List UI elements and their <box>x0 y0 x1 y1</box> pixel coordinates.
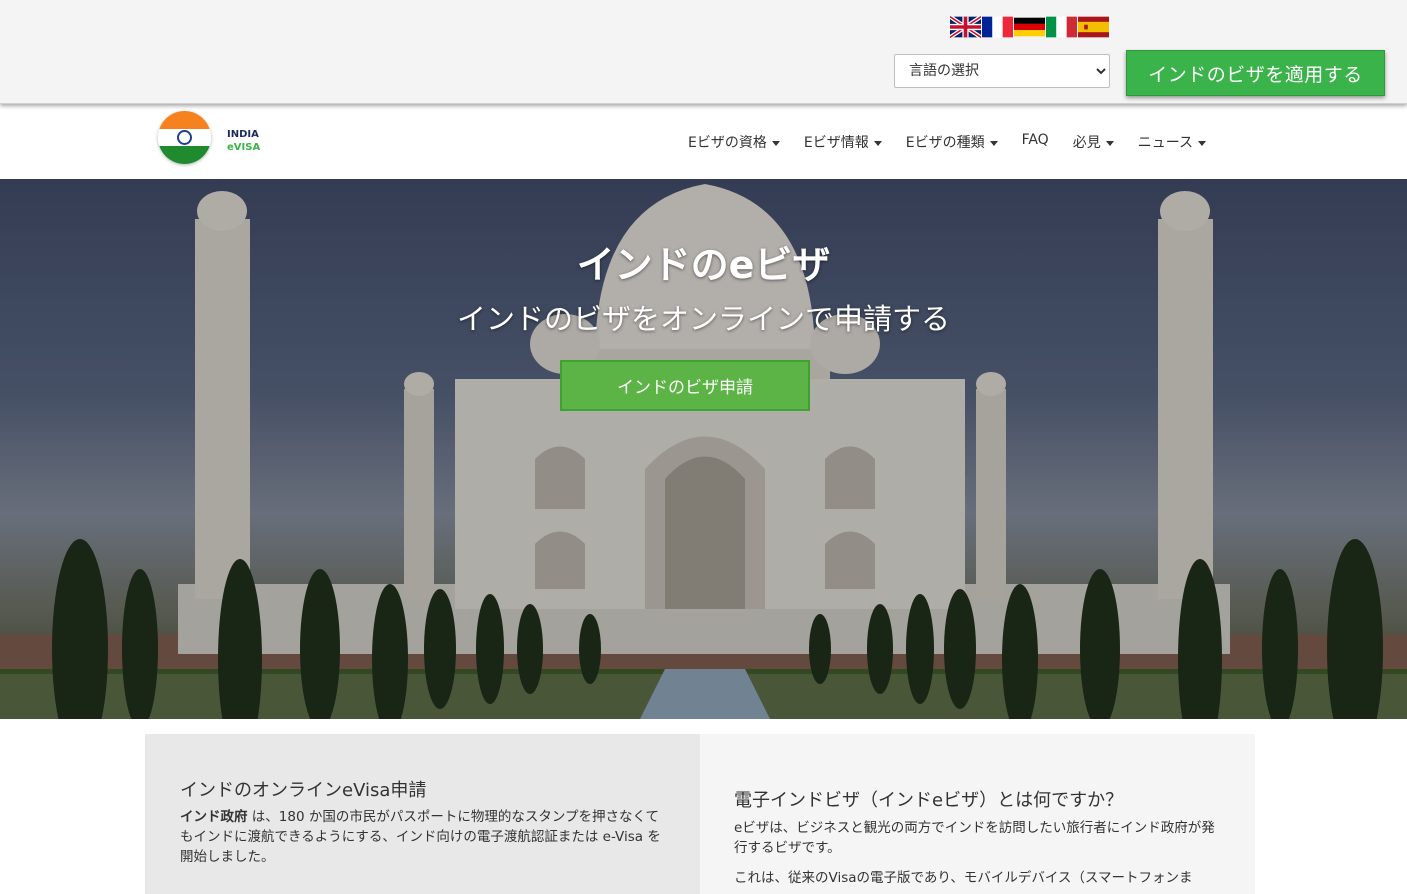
what-is-evisa-section: 電子インドビザ（インドeビザ）とは何ですか？ eビザは、ビジネスと観光の両方でイ… <box>700 734 1255 894</box>
hero-subtitle: インドのビザをオンラインで申請する <box>456 302 950 336</box>
section-heading: インドのオンラインeVisa申請 <box>180 780 427 801</box>
language-select[interactable]: 言語の選択 <box>894 54 1110 88</box>
ashoka-chakra-icon <box>177 129 192 145</box>
nav-item-label: 必見 <box>1072 135 1101 151</box>
bold-lead-text: インド政府 <box>180 809 248 825</box>
spain-flag-icon[interactable] <box>1078 16 1109 38</box>
caret-down-icon <box>1198 140 1207 146</box>
france-flag-icon[interactable] <box>982 16 1013 38</box>
language-flags <box>950 16 1110 38</box>
germany-flag-icon[interactable] <box>1014 16 1045 38</box>
nav-item-news[interactable]: ニュース <box>1126 127 1218 157</box>
site-logo[interactable]: INDIA eVISA <box>158 111 268 169</box>
hero-title: インドのeビザ <box>576 243 831 287</box>
caret-down-icon <box>1105 140 1114 146</box>
main-nav: Eビザの資格 Eビザ情報 Eビザの種類 FAQ 必見 ニュース <box>676 127 1218 157</box>
uk-flag-icon[interactable] <box>950 16 981 38</box>
nav-item-evisa-eligibility[interactable]: Eビザの資格 <box>676 127 792 157</box>
hero-banner: インドのeビザ インドのビザをオンラインで申請する インドのビザ申請 <box>0 179 1407 719</box>
main-navbar: INDIA eVISA Eビザの資格 Eビザ情報 Eビザの種類 FAQ 必見 ニ… <box>0 105 1407 179</box>
nav-item-faq[interactable]: FAQ <box>1010 127 1061 157</box>
section-text: インド政府 は、180 か国の市民がパスポートに物理的なスタンプを押さなくてもイ… <box>180 807 670 867</box>
logo-text-india: INDIA <box>227 129 259 140</box>
top-utility-bar: 言語の選択 インドのビザを適用する <box>0 0 1407 104</box>
section-body-text: は、180 か国の市民がパスポートに物理的なスタンプを押さなくてもインドに渡航で… <box>180 809 661 865</box>
nav-item-must-see[interactable]: 必見 <box>1061 127 1126 157</box>
logo-text-evisa: eVISA <box>227 142 261 153</box>
section-text: eビザは、ビジネスと観光の両方でインドを訪問したい旅行者にインド政府が発行するビ… <box>734 820 1215 856</box>
nav-item-label: Eビザ情報 <box>803 135 869 151</box>
nav-item-label: Eビザの種類 <box>905 135 985 151</box>
nav-item-label: Eビザの資格 <box>688 135 767 151</box>
nav-item-evisa-info[interactable]: Eビザ情報 <box>792 127 894 157</box>
italy-flag-icon[interactable] <box>1046 16 1077 38</box>
caret-down-icon <box>989 140 998 146</box>
nav-item-label: ニュース <box>1137 135 1194 151</box>
nav-item-evisa-types[interactable]: Eビザの種類 <box>894 127 1010 157</box>
online-evisa-section: インドのオンラインeVisa申請 インド政府 は、180 か国の市民がパスポート… <box>145 734 700 894</box>
section-text: これは、従来のVisaの電子版であり、モバイルデバイス（スマートフォンま <box>734 870 1193 886</box>
caret-down-icon <box>873 140 882 146</box>
apply-india-visa-button[interactable]: インドのビザを適用する <box>1126 50 1385 96</box>
section-heading: 電子インドビザ（インドeビザ）とは何ですか？ <box>734 790 1124 811</box>
caret-down-icon <box>771 140 780 146</box>
india-flag-badge-icon <box>158 111 211 164</box>
nav-item-label: FAQ <box>1021 132 1049 148</box>
india-visa-apply-button[interactable]: インドのビザ申請 <box>560 360 810 411</box>
